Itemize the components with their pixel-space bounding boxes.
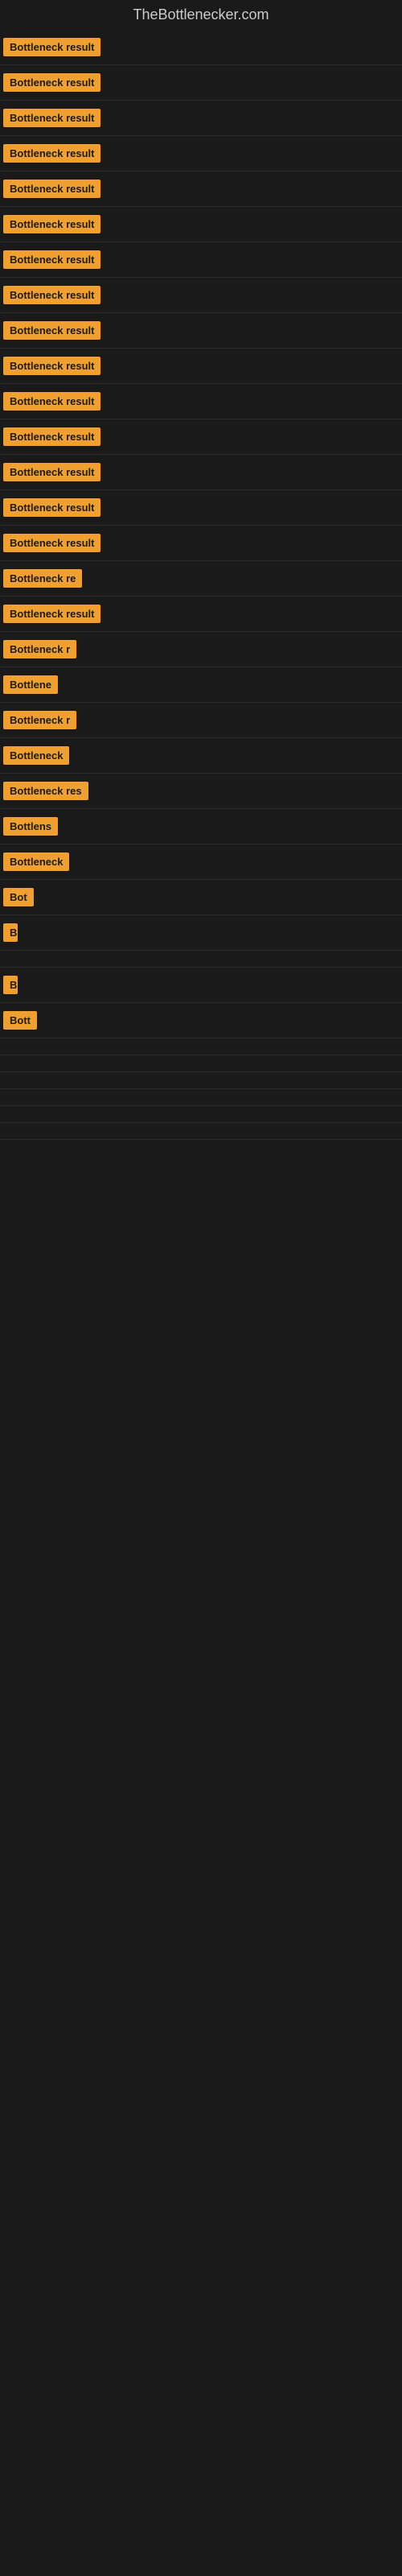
list-item: Bottleneck result	[0, 207, 402, 242]
list-item: Bottleneck result	[0, 101, 402, 136]
bottleneck-result-label: B	[3, 976, 18, 994]
bottleneck-result-label: Bottleneck	[3, 746, 69, 765]
list-item	[0, 1089, 402, 1106]
list-item: Bottleneck	[0, 738, 402, 774]
list-item: Bottleneck result	[0, 136, 402, 171]
list-item: Bottleneck result	[0, 313, 402, 349]
list-item	[0, 1072, 402, 1089]
bottleneck-result-label: Bott	[3, 1011, 37, 1030]
bottleneck-result-label: Bottleneck re	[3, 569, 82, 588]
bottleneck-result-label: Bottleneck res	[3, 782, 88, 800]
list-item: Bottleneck r	[0, 632, 402, 667]
bottleneck-result-label: Bottleneck result	[3, 250, 100, 269]
bottleneck-result-label: Bottleneck result	[3, 427, 100, 446]
list-item: Bottleneck re	[0, 561, 402, 597]
bottleneck-result-label: Bottleneck result	[3, 534, 100, 552]
list-item: Bottleneck result	[0, 171, 402, 207]
list-item: Bottleneck res	[0, 774, 402, 809]
list-item: B	[0, 915, 402, 951]
bottleneck-result-label: Bottleneck r	[3, 711, 76, 729]
bottleneck-result-label: Bottleneck result	[3, 498, 100, 517]
list-item: Bottleneck r	[0, 703, 402, 738]
list-item: Bottleneck result	[0, 65, 402, 101]
bottleneck-result-label: Bottleneck result	[3, 286, 100, 304]
list-item: Bottleneck result	[0, 349, 402, 384]
bottleneck-result-label: Bottlens	[3, 817, 58, 836]
bottleneck-result-label: Bottleneck result	[3, 109, 100, 127]
bottleneck-result-label: Bot	[3, 888, 34, 906]
bottleneck-result-label: Bottleneck result	[3, 73, 100, 92]
list-item	[0, 951, 402, 968]
bottleneck-result-label: Bottleneck result	[3, 215, 100, 233]
list-item: Bottleneck result	[0, 526, 402, 561]
bottleneck-result-label: Bottleneck	[3, 852, 69, 871]
bottleneck-result-label: Bottleneck result	[3, 180, 100, 198]
list-item	[0, 1106, 402, 1123]
list-item	[0, 1123, 402, 1140]
list-item: Bottleneck result	[0, 278, 402, 313]
bottleneck-result-label: Bottleneck result	[3, 463, 100, 481]
list-item: Bottlene	[0, 667, 402, 703]
list-item	[0, 1038, 402, 1055]
bottleneck-result-label: Bottleneck result	[3, 392, 100, 411]
list-item: Bottleneck result	[0, 455, 402, 490]
list-item: B	[0, 968, 402, 1003]
list-item: Bottleneck result	[0, 384, 402, 419]
bottleneck-result-label: B	[3, 923, 18, 942]
list-item: Bott	[0, 1003, 402, 1038]
list-item: Bottleneck result	[0, 242, 402, 278]
bottleneck-result-label: Bottleneck result	[3, 605, 100, 623]
bottleneck-result-label: Bottleneck result	[3, 321, 100, 340]
site-title: TheBottlenecker.com	[0, 0, 402, 30]
list-item	[0, 1055, 402, 1072]
list-item: Bot	[0, 880, 402, 915]
list-item: Bottleneck result	[0, 419, 402, 455]
bottleneck-result-label: Bottleneck r	[3, 640, 76, 658]
bottleneck-result-label: Bottleneck result	[3, 38, 100, 56]
list-item: Bottleneck result	[0, 490, 402, 526]
bottleneck-result-label: Bottlene	[3, 675, 58, 694]
list-item: Bottleneck result	[0, 597, 402, 632]
bottleneck-result-label: Bottleneck result	[3, 357, 100, 375]
list-item: Bottleneck	[0, 844, 402, 880]
list-item: Bottleneck result	[0, 30, 402, 65]
bottleneck-result-label: Bottleneck result	[3, 144, 100, 163]
list-item: Bottlens	[0, 809, 402, 844]
